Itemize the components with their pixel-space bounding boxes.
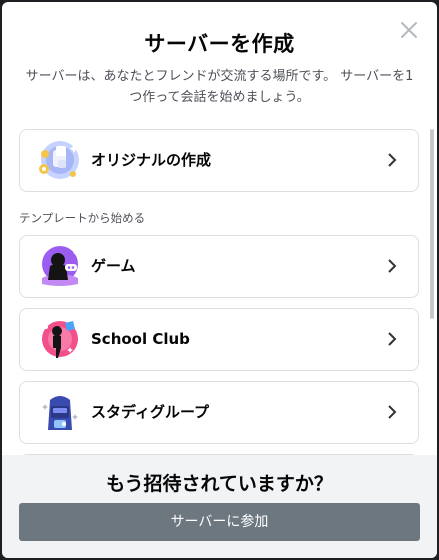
join-prompt: もう招待されていますか？ xyxy=(106,473,333,495)
create-server-modal: サーバーを作成 サーバーは、あなたとフレンドが交流する場所です。 サーバーを1つ… xyxy=(2,2,437,558)
template-option-school-club[interactable]: School Club xyxy=(19,308,419,371)
gaming-art xyxy=(42,246,79,286)
template-label-study-group: スタディグループ xyxy=(91,403,210,421)
create-own-label: オリジナルの作成 xyxy=(91,151,212,169)
modal-title: サーバーを作成 xyxy=(144,32,295,56)
template-option-gaming[interactable]: ゲーム xyxy=(19,235,419,298)
template-section-label: テンプレートから始める xyxy=(19,211,146,225)
join-server-button[interactable]: サーバーに参加 xyxy=(19,503,420,541)
create-own-option[interactable]: オリジナルの作成 xyxy=(19,129,419,192)
template-label-school-club: School Club xyxy=(91,330,190,348)
chevron-right-icon xyxy=(388,405,397,419)
study-group-art xyxy=(42,396,78,430)
school-club-art xyxy=(42,321,78,358)
options-list[interactable]: オリジナルの作成 テンプレートから始める ゲーム School Club スタデ… xyxy=(2,129,437,455)
chevron-right-icon xyxy=(388,332,397,346)
server-create-art xyxy=(39,141,79,179)
template-option-study-group[interactable]: スタディグループ xyxy=(19,381,419,444)
modal-subtitle: サーバーは、あなたとフレンドが交流する場所です。 サーバーを1つ作って会話を始め… xyxy=(25,69,414,105)
chevron-right-icon xyxy=(388,153,397,167)
chevron-right-icon xyxy=(388,259,397,273)
scrollbar[interactable] xyxy=(430,129,434,319)
template-label-gaming: ゲーム xyxy=(91,257,136,275)
join-footer: もう招待されていますか？ サーバーに参加 xyxy=(2,455,437,558)
